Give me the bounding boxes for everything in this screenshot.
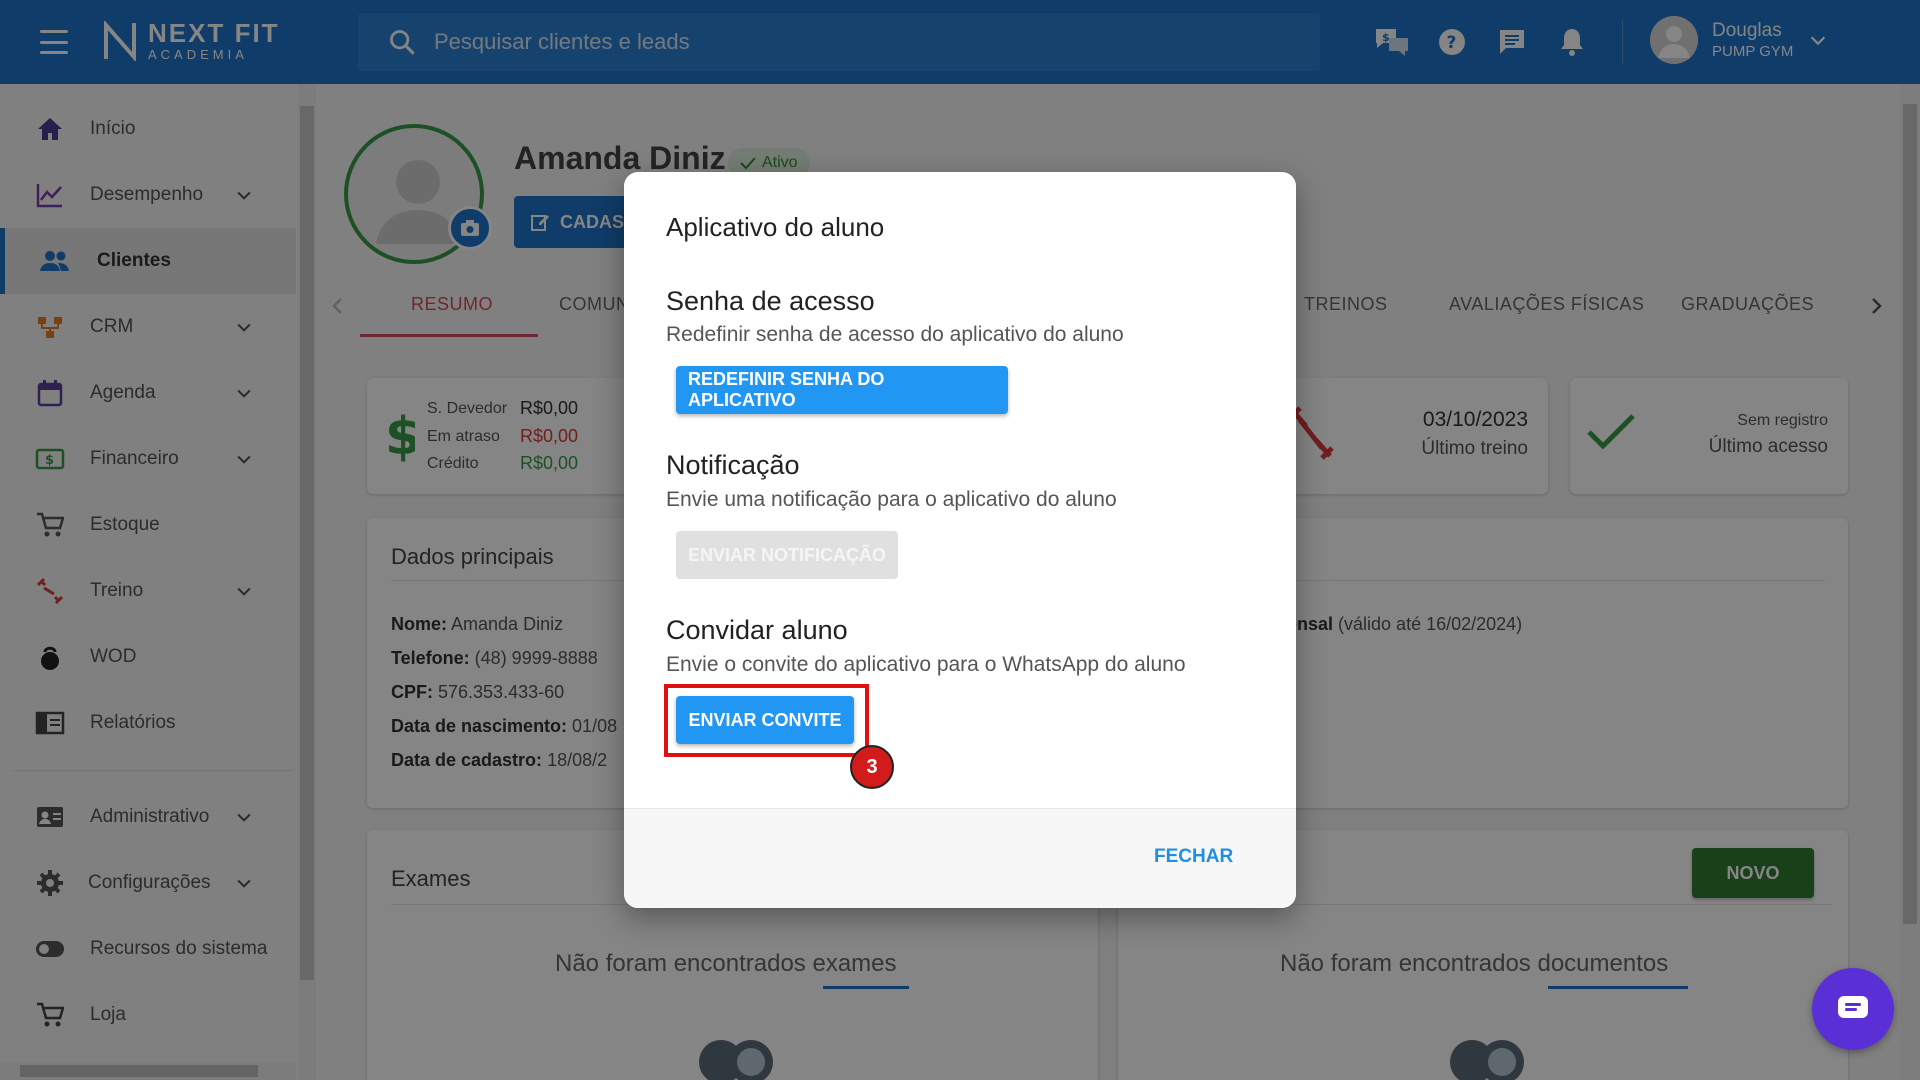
- convidar-description: Envie o convite do aplicativo para o Wha…: [666, 653, 1186, 676]
- chat-support-button[interactable]: [1812, 968, 1894, 1050]
- step-badge: 3: [850, 745, 894, 789]
- senha-description: Redefinir senha de acesso do aplicativo …: [666, 323, 1124, 346]
- app-dialog: Aplicativo do aluno Senha de acesso Rede…: [624, 172, 1296, 908]
- reset-password-button[interactable]: REDEFINIR SENHA DO APLICATIVO: [676, 366, 1008, 414]
- senha-heading: Senha de acesso: [666, 286, 875, 316]
- convidar-heading: Convidar aluno: [666, 615, 848, 645]
- highlight-box: [664, 684, 869, 757]
- send-notification-button[interactable]: ENVIAR NOTIFICAÇÃO: [676, 531, 898, 579]
- chat-icon: [1838, 996, 1868, 1018]
- notificacao-description: Envie uma notificação para o aplicativo …: [666, 488, 1117, 511]
- dialog-title: Aplicativo do aluno: [666, 212, 885, 242]
- notificacao-heading: Notificação: [666, 450, 800, 480]
- close-button[interactable]: FECHAR: [1154, 846, 1233, 868]
